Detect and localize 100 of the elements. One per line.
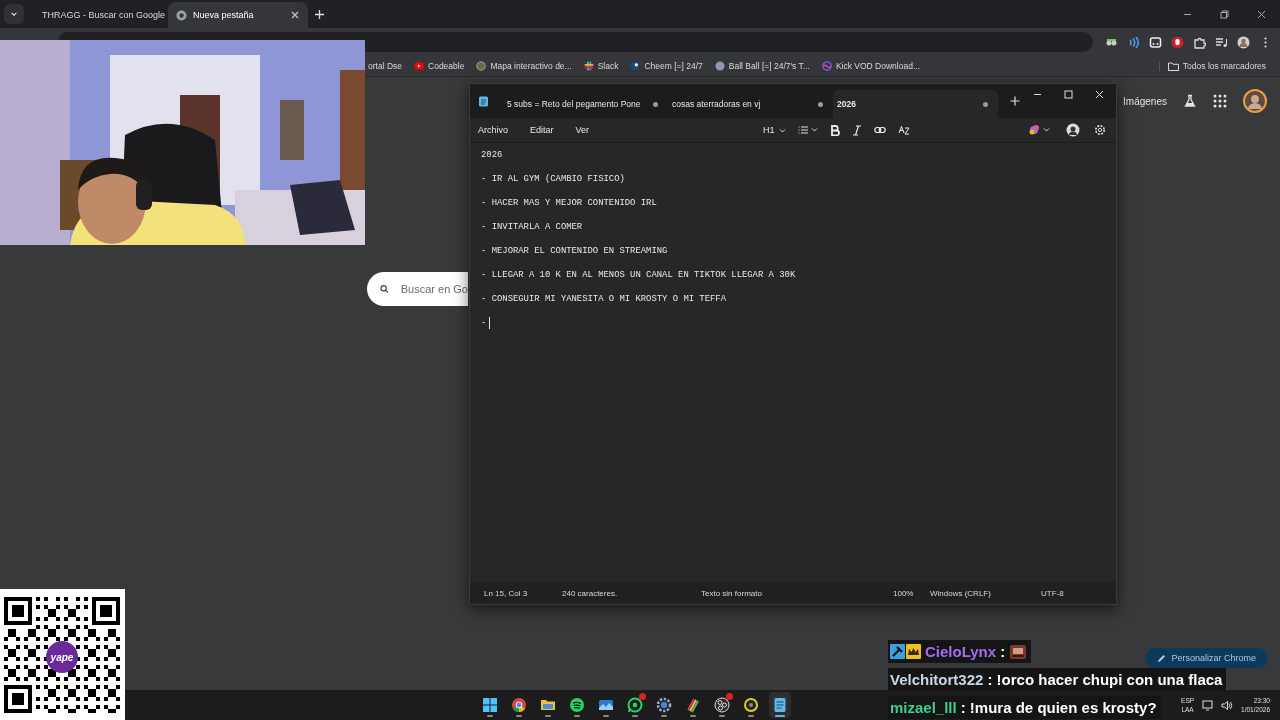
striped-app-icon[interactable] — [685, 697, 701, 713]
video-play-icon — [414, 61, 424, 71]
customize-chrome-button[interactable]: Personalizar Chrome — [1145, 648, 1268, 668]
steam-icon — [630, 61, 641, 71]
notepad-icon[interactable] — [772, 697, 788, 713]
new-tab-icon[interactable] — [1010, 96, 1020, 106]
disc-app-icon[interactable] — [743, 697, 759, 713]
images-link[interactable]: Imágenes — [1123, 95, 1167, 107]
bookmark-label: Slack — [597, 61, 619, 71]
italic-icon[interactable] — [851, 124, 862, 136]
menu-item[interactable]: Archivo — [478, 125, 508, 135]
browser-tab[interactable]: THRAGG - Buscar con Google — [28, 2, 168, 28]
text-line: - LLEGAR A 10 K EN AL MENOS UN CANAL EN TIKTOK LLEGAR A 30K — [481, 269, 796, 282]
taskbar-button[interactable] — [769, 692, 791, 718]
chat-username: Velchitort322 — [890, 671, 984, 688]
volume-icon[interactable] — [1221, 699, 1234, 711]
menu-item[interactable]: Ver — [575, 125, 590, 135]
menu-item[interactable]: Editar — [530, 125, 554, 135]
bookmark-label: Codeable — [428, 61, 465, 71]
folder-icon[interactable] — [540, 697, 556, 713]
chat-message: : !orco hacer chupi con una flaca — [987, 671, 1223, 688]
apps-grid-icon[interactable] — [1213, 94, 1227, 108]
editor-tab[interactable]: cosas aterradoras en vj — [668, 90, 833, 118]
close-icon[interactable] — [1257, 9, 1266, 19]
bookmark[interactable]: Codeable — [408, 61, 471, 71]
line-ending: Windows (CRLF) — [930, 588, 992, 598]
browser-tab[interactable]: Nueva pestaña — [168, 2, 308, 28]
heading-dropdown[interactable]: H1 — [763, 125, 786, 135]
text-line: - — [481, 317, 487, 330]
link-icon[interactable] — [873, 125, 886, 135]
bookmark[interactable]: Ball Ball [=] 24/7's T... — [708, 61, 816, 71]
profile-avatar-icon[interactable] — [1237, 35, 1250, 49]
crown-badge-icon — [906, 644, 921, 659]
bookmark-label: Kick VOD Download... — [835, 61, 920, 71]
new-tab-icon[interactable] — [314, 8, 325, 20]
signal-waves-icon[interactable] — [1127, 35, 1140, 49]
network-icon[interactable] — [1202, 699, 1214, 711]
bookmark[interactable]: Kick VOD Download... — [815, 61, 926, 71]
bookmark-label: Ball Ball [=] 24/7's T... — [728, 61, 810, 71]
editor-tab[interactable]: 5 subs = Reto del pegamento Pone — [503, 90, 668, 118]
recorder-icon[interactable] — [714, 697, 730, 713]
chat-username: CieloLynx — [925, 643, 997, 660]
wave-logo-icon — [821, 61, 832, 71]
encoding: UTF-8 — [1041, 588, 1064, 598]
bookmark-label: ortal Dse — [368, 61, 402, 71]
tab-title: Nueva pestaña — [193, 10, 255, 20]
globe-icon — [476, 61, 487, 71]
bold-icon[interactable] — [829, 124, 840, 136]
list-dropdown-icon[interactable] — [797, 125, 818, 135]
text-line: - CONSEGUIR MI YANESITA O MI KROSTY O MI TEFFA — [481, 293, 726, 306]
puzzle-icon[interactable] — [1193, 35, 1206, 49]
copilot-dropdown-icon[interactable] — [1028, 124, 1052, 136]
browser-icon[interactable] — [511, 697, 527, 713]
chevron-down-icon — [778, 126, 786, 134]
circle-logo-icon — [714, 61, 725, 71]
text-line: - MEJORAR EL CONTENIDO EN STREAMING — [481, 245, 668, 258]
tab-title: THRAGG - Buscar con Google — [42, 10, 166, 20]
extension-icon[interactable] — [1149, 35, 1162, 49]
search-icon — [380, 283, 389, 295]
bookmark[interactable]: Mapa interactivo de... — [470, 61, 578, 71]
flask-icon[interactable] — [1183, 94, 1197, 108]
bookmark-label: Cheem [=] 24/7 — [644, 61, 703, 71]
qr-logo: yape — [46, 641, 78, 673]
account-avatar-icon[interactable] — [1243, 89, 1267, 113]
photos-icon[interactable] — [598, 697, 614, 713]
tab-title: cosas aterradoras en vj — [672, 99, 762, 109]
hash-logo-icon — [583, 61, 594, 71]
all-bookmarks-button[interactable]: Todos los marcadores — [1158, 61, 1272, 71]
search-placeholder: Buscar en Go — [400, 283, 468, 295]
search-box[interactable]: Buscar en Go — [367, 272, 468, 306]
settings-icon[interactable] — [656, 697, 672, 713]
notepad-app-icon — [478, 95, 489, 107]
text-line: - IR AL GYM (CAMBIO FISICO) — [481, 173, 625, 186]
settings-icon[interactable] — [1094, 124, 1106, 136]
bookmark-label: Mapa interactivo de... — [490, 61, 572, 71]
chat-username: mizael_lll — [890, 699, 957, 716]
chat-app-icon[interactable] — [627, 697, 643, 713]
restore-icon[interactable] — [1220, 9, 1229, 19]
bookmark[interactable]: ortal Dse — [362, 61, 408, 71]
start-icon[interactable] — [482, 697, 498, 713]
bookmark[interactable]: Cheem [=] 24/7 — [624, 61, 709, 71]
bookmark[interactable]: Slack — [577, 61, 625, 71]
pencil-icon — [1157, 653, 1167, 663]
cursor-position: Ln 15, Col 3 — [484, 588, 529, 598]
folder-icon — [1167, 61, 1179, 71]
editor-tab[interactable]: 2026 — [833, 90, 998, 118]
text-format: Texto sin formato — [701, 588, 763, 598]
close-icon[interactable] — [290, 10, 300, 20]
playlist-icon[interactable] — [1215, 35, 1228, 49]
tab-title: 2026 — [837, 99, 857, 109]
music-app-icon[interactable] — [569, 697, 585, 713]
bookmark-label: Todos los marcadores — [1182, 61, 1266, 71]
text-line: - HACER MAS Y MEJOR CONTENIDO IRL — [481, 197, 657, 210]
account-icon[interactable] — [1066, 123, 1080, 137]
chat-message: : !mura de quien es krosty? — [960, 699, 1157, 716]
browser-logo-icon — [176, 9, 187, 21]
tab-title: 5 subs = Reto del pegamento Pone — [507, 99, 642, 109]
maximize-icon[interactable] — [1064, 90, 1073, 99]
text-line: 2026 — [481, 149, 503, 162]
tab-list-button[interactable] — [4, 4, 24, 24]
